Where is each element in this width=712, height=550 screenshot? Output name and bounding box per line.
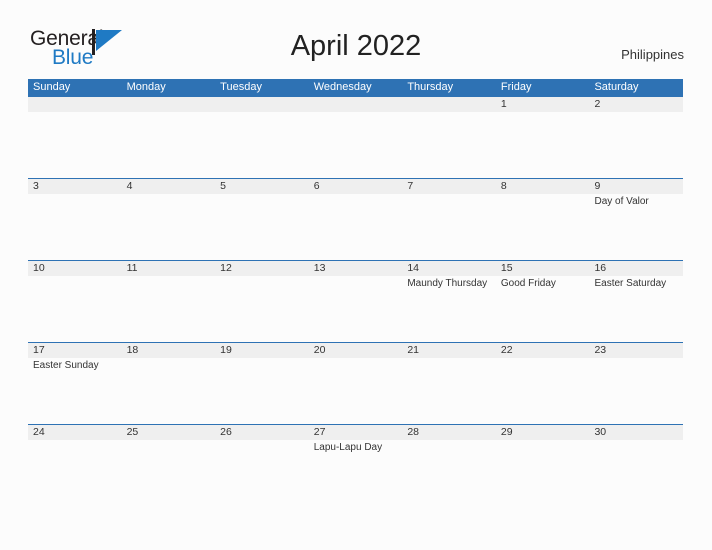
- day-number[interactable]: 17: [28, 343, 122, 358]
- day-number[interactable]: 23: [589, 343, 683, 358]
- day-event: [215, 358, 309, 424]
- day-number[interactable]: 30: [589, 425, 683, 440]
- day-event: Maundy Thursday: [407, 278, 488, 289]
- day-number[interactable]: [402, 97, 496, 112]
- weekday-header-sunday: Sunday: [33, 81, 71, 93]
- calendar-week-row: 24 25 26 27 28 29 30 Lapu-Lapu Day: [28, 424, 683, 506]
- page-header: General Blue April 2022 Philippines: [0, 0, 712, 78]
- day-event: [215, 112, 309, 178]
- day-event: [28, 112, 122, 178]
- day-number[interactable]: 27: [309, 425, 403, 440]
- week-date-strip: 10 11 12 13 14 15 16: [28, 261, 683, 276]
- day-event: [589, 358, 683, 424]
- weekday-header-friday: Friday: [500, 81, 532, 93]
- day-number[interactable]: 19: [215, 343, 309, 358]
- day-number[interactable]: [122, 97, 216, 112]
- weekday-header-thursday: Thursday: [407, 81, 454, 93]
- day-event: [589, 112, 683, 178]
- country-label: Philippines: [621, 47, 684, 62]
- day-event: [402, 440, 496, 506]
- day-event: [28, 440, 122, 506]
- day-event: [28, 194, 122, 260]
- day-event: [496, 194, 590, 260]
- calendar-week-row: 10 11 12 13 14 15 16 Maundy Thursday Goo…: [28, 260, 683, 342]
- day-number[interactable]: [28, 97, 122, 112]
- day-number[interactable]: 4: [122, 179, 216, 194]
- calendar-table: Sunday Monday Tuesday Wednesday Thursday…: [28, 79, 683, 506]
- day-number[interactable]: 24: [28, 425, 122, 440]
- day-number[interactable]: 1: [496, 97, 590, 112]
- day-number[interactable]: 15: [496, 261, 590, 276]
- day-event: [215, 194, 309, 260]
- day-number[interactable]: 18: [122, 343, 216, 358]
- calendar-week-row: 1 2: [28, 96, 683, 178]
- day-event: [309, 112, 403, 178]
- day-event: [496, 112, 590, 178]
- weekday-header-row: Sunday Monday Tuesday Wednesday Thursday…: [28, 79, 683, 96]
- day-number[interactable]: 8: [496, 179, 590, 194]
- day-number[interactable]: 11: [122, 261, 216, 276]
- day-number[interactable]: 6: [309, 179, 403, 194]
- day-number[interactable]: 2: [589, 97, 683, 112]
- day-number[interactable]: 13: [309, 261, 403, 276]
- day-number[interactable]: 12: [215, 261, 309, 276]
- week-date-strip: 24 25 26 27 28 29 30: [28, 425, 683, 440]
- weekday-header-monday: Monday: [126, 81, 166, 93]
- day-number[interactable]: 28: [402, 425, 496, 440]
- day-event: [309, 194, 403, 260]
- day-number[interactable]: 9: [589, 179, 683, 194]
- weekday-header-wednesday: Wednesday: [313, 81, 372, 93]
- week-event-strip: [28, 112, 683, 178]
- day-event: Lapu-Lapu Day: [313, 442, 383, 453]
- day-event: [215, 440, 309, 506]
- day-event: Day of Valor: [594, 196, 649, 207]
- day-number[interactable]: 25: [122, 425, 216, 440]
- day-number[interactable]: 16: [589, 261, 683, 276]
- week-date-strip: 17 18 19 20 21 22 23: [28, 343, 683, 358]
- day-event: [122, 194, 216, 260]
- page-title: April 2022: [290, 30, 422, 62]
- weekday-header-tuesday: Tuesday: [220, 81, 262, 93]
- week-date-strip: 1 2: [28, 97, 683, 112]
- calendar-page: General Blue April 2022 Philippines Sund…: [0, 0, 712, 550]
- day-event: [28, 276, 122, 342]
- day-number[interactable]: 21: [402, 343, 496, 358]
- day-number[interactable]: 7: [402, 179, 496, 194]
- week-event-strip: Lapu-Lapu Day: [28, 440, 683, 506]
- day-number[interactable]: 14: [402, 261, 496, 276]
- week-event-strip: Maundy Thursday Good Friday Easter Satur…: [28, 276, 683, 342]
- day-number[interactable]: 20: [309, 343, 403, 358]
- day-number[interactable]: 10: [28, 261, 122, 276]
- day-event: [122, 276, 216, 342]
- day-event: Easter Sunday: [33, 360, 99, 371]
- day-event: Good Friday: [500, 278, 556, 289]
- day-event: Easter Saturday: [594, 278, 667, 289]
- week-event-strip: Day of Valor: [28, 194, 683, 260]
- day-event: [309, 276, 403, 342]
- calendar-week-row: 17 18 19 20 21 22 23 Easter Sunday: [28, 342, 683, 424]
- day-number[interactable]: 5: [215, 179, 309, 194]
- day-event: [496, 440, 590, 506]
- day-event: [215, 276, 309, 342]
- day-event: [122, 358, 216, 424]
- day-number[interactable]: [309, 97, 403, 112]
- day-event: [496, 358, 590, 424]
- day-number[interactable]: 29: [496, 425, 590, 440]
- day-event: [589, 440, 683, 506]
- day-event: [402, 112, 496, 178]
- week-event-strip: Easter Sunday: [28, 358, 683, 424]
- day-number[interactable]: 26: [215, 425, 309, 440]
- day-event: [122, 112, 216, 178]
- day-number[interactable]: 3: [28, 179, 122, 194]
- day-event: [402, 358, 496, 424]
- day-number[interactable]: 22: [496, 343, 590, 358]
- day-event: [402, 194, 496, 260]
- week-date-strip: 3 4 5 6 7 8 9: [28, 179, 683, 194]
- day-event: [309, 358, 403, 424]
- day-event: [122, 440, 216, 506]
- calendar-week-row: 3 4 5 6 7 8 9 Day of Valor: [28, 178, 683, 260]
- weekday-header-saturday: Saturday: [594, 81, 639, 93]
- day-number[interactable]: [215, 97, 309, 112]
